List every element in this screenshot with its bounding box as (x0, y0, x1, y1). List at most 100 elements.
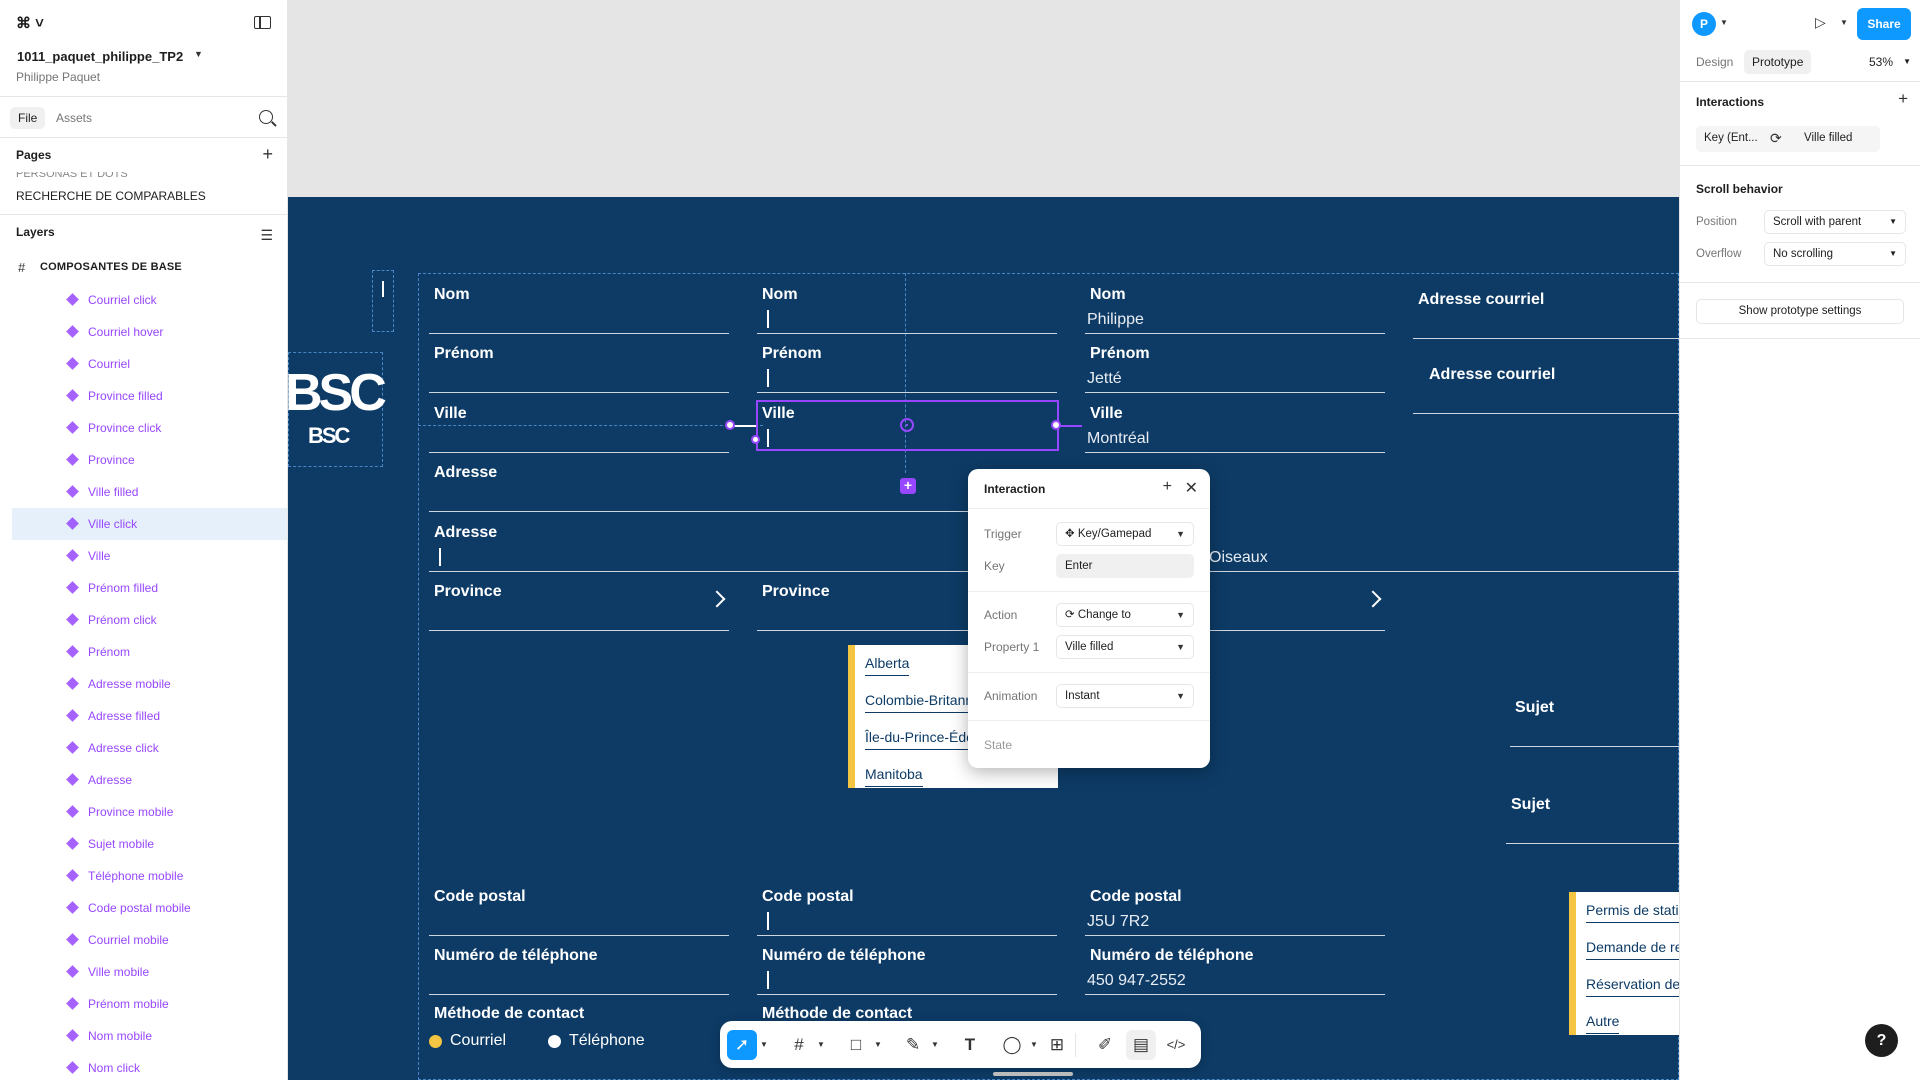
layer-item[interactable]: Code postal mobile (0, 892, 287, 924)
layer-item[interactable]: Ville filled (0, 476, 287, 508)
cursor-component[interactable] (372, 270, 394, 332)
layer-item[interactable]: Prénom (0, 636, 287, 668)
connection-handle[interactable] (1051, 420, 1061, 430)
text-tool-icon[interactable]: T (955, 1030, 985, 1060)
help-button[interactable]: ? (1865, 1024, 1898, 1057)
overflow-select[interactable]: No scrolling ▼ (1764, 242, 1906, 266)
layer-item[interactable]: Province filled (0, 380, 287, 412)
frame-tool-icon[interactable]: # (784, 1030, 814, 1060)
shape-tool-icon[interactable]: ◯ (997, 1030, 1027, 1060)
ville-filled-field[interactable]: Ville Montréal (1085, 393, 1385, 453)
draw-mode-icon[interactable]: ✐ (1090, 1030, 1120, 1060)
file-name[interactable]: 1011_paquet_philippe_TP2 (17, 49, 183, 64)
dropdown-option[interactable]: Permis de stationnement (1576, 892, 1679, 929)
layer-item[interactable]: Nom click (0, 1052, 287, 1080)
move-tool-icon[interactable]: ➚ (727, 1030, 757, 1060)
code-postal-field[interactable]: Code postal (429, 876, 729, 936)
chevron-down-icon[interactable]: ▼ (1030, 1040, 1038, 1049)
design-mode-icon[interactable]: ▤ (1126, 1030, 1156, 1060)
layer-item[interactable]: Courriel mobile (0, 924, 287, 956)
layer-item[interactable]: Courriel (0, 348, 287, 380)
chevron-down-icon[interactable]: ▼ (874, 1040, 882, 1049)
layer-item[interactable]: Courriel click (0, 284, 287, 316)
layers-options-icon[interactable]: ☰ (260, 227, 273, 244)
share-button[interactable]: Share (1857, 8, 1911, 40)
state-row[interactable]: State (968, 731, 1210, 759)
chevron-down-icon[interactable]: ▼ (1840, 18, 1848, 27)
rectangle-tool-icon[interactable]: □ (841, 1030, 871, 1060)
telephone-click-field[interactable]: Numéro de téléphone (757, 935, 1057, 995)
tab-prototype[interactable]: Prototype (1744, 50, 1812, 74)
chevron-down-icon[interactable]: ▼ (1903, 57, 1911, 66)
sujet-dropdown[interactable]: Permis de stationnement Demande de rensei… (1569, 892, 1679, 1035)
tab-assets[interactable]: Assets (48, 107, 100, 129)
radio-telephone[interactable] (548, 1035, 561, 1048)
close-icon[interactable]: ✕ (1185, 478, 1198, 498)
sujet-click-field[interactable]: Sujet (1506, 784, 1679, 844)
tab-design[interactable]: Design (1688, 50, 1741, 74)
layer-item[interactable]: Prénom filled (0, 572, 287, 604)
courriel-field[interactable]: Adresse courriel (1413, 279, 1679, 339)
chevron-down-icon[interactable]: ▼ (817, 1040, 825, 1049)
add-interaction-icon[interactable]: + (1898, 89, 1908, 109)
dropdown-option[interactable]: Réservation de salle (1576, 966, 1679, 1003)
layer-item[interactable]: Ville (0, 540, 287, 572)
layer-frame[interactable]: # COMPOSANTES DE BASE (0, 252, 287, 284)
add-icon[interactable]: + (1163, 478, 1172, 496)
courriel-click-field[interactable]: Adresse courriel (1413, 354, 1679, 414)
layer-item[interactable]: Téléphone mobile (0, 860, 287, 892)
layer-item[interactable]: Adresse click (0, 732, 287, 764)
nom-field[interactable]: Nom (429, 274, 729, 334)
dev-mode-icon[interactable]: </> (1161, 1030, 1191, 1060)
sujet-field[interactable]: Sujet (1510, 687, 1679, 747)
key-input[interactable]: Enter (1056, 554, 1194, 578)
layer-item[interactable]: Province click (0, 412, 287, 444)
telephone-field[interactable]: Numéro de téléphone (429, 935, 729, 995)
code-postal-filled-field[interactable]: Code postal J5U 7R2 (1085, 876, 1385, 936)
dropdown-option[interactable]: Demande de renseignements (1576, 929, 1679, 966)
ville-field[interactable]: Ville (429, 393, 729, 453)
prenom-click-field[interactable]: Prénom (757, 333, 1057, 393)
chevron-down-icon[interactable]: ▼ (1720, 18, 1728, 27)
prenom-filled-field[interactable]: Prénom Jetté (1085, 333, 1385, 393)
telephone-filled-field[interactable]: Numéro de téléphone 450 947-2552 (1085, 935, 1385, 995)
chevron-down-icon[interactable]: ▼ (931, 1040, 939, 1049)
components-icon[interactable]: ⊞ (1042, 1030, 1072, 1060)
position-select[interactable]: Scroll with parent ▼ (1764, 210, 1906, 234)
canvas[interactable]: BSC BSC Nom Prénom Ville Adresse Adresse… (288, 0, 1679, 1080)
dropdown-option[interactable]: Autre (1576, 1003, 1679, 1040)
figma-menu-icon[interactable]: ⌘ ˅ (16, 14, 44, 32)
tab-file[interactable]: File (10, 107, 46, 129)
layer-item[interactable]: Adresse (0, 764, 287, 796)
animation-select[interactable]: Instant ▼ (1056, 684, 1194, 708)
chevron-down-icon[interactable]: ▼ (760, 1040, 768, 1049)
code-postal-click-field[interactable]: Code postal (757, 876, 1057, 936)
layer-item[interactable]: Province mobile (0, 796, 287, 828)
action-select[interactable]: ⟳ Change to ▼ (1056, 603, 1194, 627)
horizontal-scrollbar[interactable] (993, 1072, 1073, 1076)
play-icon[interactable]: ▷ (1815, 14, 1826, 31)
connection-handle[interactable] (725, 420, 735, 430)
search-icon[interactable] (259, 110, 273, 124)
layer-item[interactable]: Province (0, 444, 287, 476)
province-field[interactable]: Province (429, 571, 729, 631)
prenom-field[interactable]: Prénom (429, 333, 729, 393)
layer-item[interactable]: Ville mobile (0, 956, 287, 988)
panel-toggle-icon[interactable] (254, 16, 271, 29)
property-select[interactable]: Ville filled ▼ (1056, 635, 1194, 659)
layer-item[interactable]: Nom mobile (0, 1020, 287, 1052)
layer-item[interactable]: Sujet mobile (0, 828, 287, 860)
layer-item[interactable]: Courriel hover (0, 316, 287, 348)
nom-click-field[interactable]: Nom (757, 274, 1057, 334)
page-item[interactable]: PERSONAS ET DOTS (0, 172, 287, 184)
radio-courriel[interactable] (429, 1035, 442, 1048)
layer-item[interactable]: Prénom click (0, 604, 287, 636)
add-interaction-icon[interactable]: + (900, 478, 916, 494)
show-prototype-settings-button[interactable]: Show prototype settings (1696, 299, 1904, 324)
page-item[interactable]: RECHERCHE DE COMPARABLES (0, 184, 287, 208)
logo-component[interactable]: BSC BSC (288, 352, 387, 467)
trigger-select[interactable]: ✥ Key/Gamepad ▼ (1056, 522, 1194, 546)
target-icon[interactable] (900, 418, 914, 432)
nom-filled-field[interactable]: Nom Philippe (1085, 274, 1385, 334)
avatar[interactable]: P (1692, 12, 1716, 36)
